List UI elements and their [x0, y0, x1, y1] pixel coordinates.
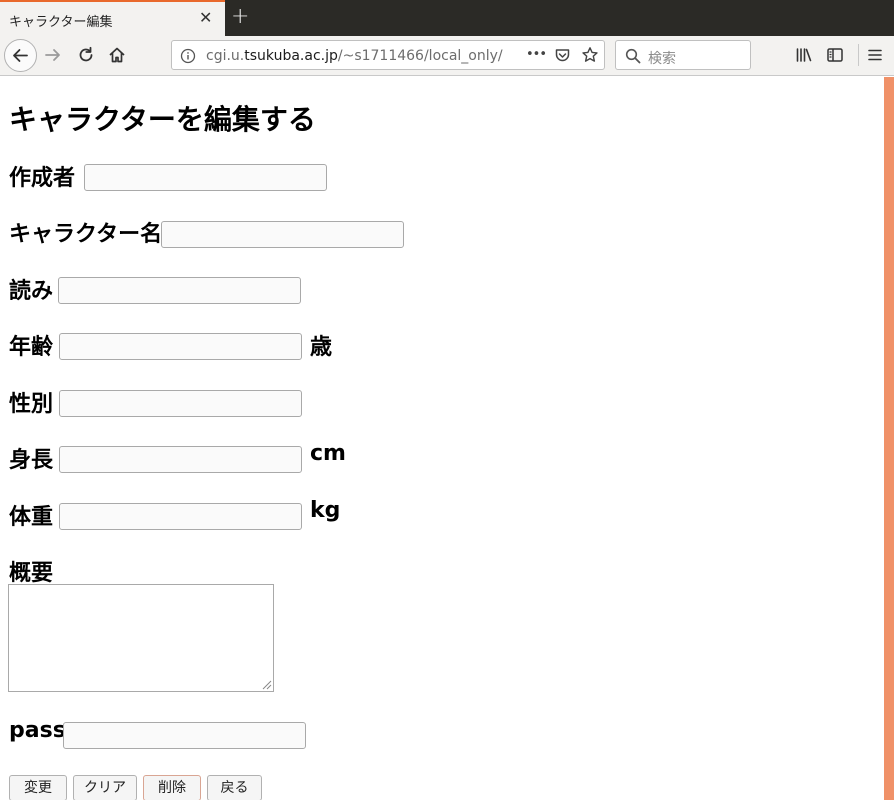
tab-title: キャラクター編集 — [9, 15, 113, 30]
tab-close-icon[interactable]: ✕ — [199, 9, 212, 27]
navigation-toolbar: cgi.u.tsukuba.ac.jp/~s1711466/local_only… — [0, 36, 894, 76]
resize-grip-icon[interactable] — [261, 679, 272, 690]
url-path: /~s1711466/local_only/ — [337, 48, 503, 64]
search-box[interactable]: 検索 — [615, 40, 751, 70]
author-input[interactable] — [84, 164, 327, 191]
reading-label: 読み — [9, 279, 54, 304]
pass-input[interactable] — [63, 722, 306, 749]
age-label: 年齢 — [9, 335, 54, 360]
forward-arrow-icon[interactable] — [43, 45, 63, 65]
clear-button[interactable]: クリア — [73, 775, 137, 800]
page-actions-icon[interactable]: ••• — [526, 47, 547, 62]
new-tab-icon[interactable]: + — [231, 6, 249, 28]
character-name-input[interactable] — [161, 221, 404, 248]
gender-label: 性別 — [9, 392, 54, 417]
library-icon[interactable] — [795, 46, 813, 64]
height-input[interactable] — [59, 446, 302, 473]
reading-input[interactable] — [58, 277, 301, 304]
url-text: cgi.u.tsukuba.ac.jp/~s1711466/local_only… — [206, 48, 503, 64]
reload-icon[interactable] — [77, 46, 95, 64]
summary-textarea[interactable] — [8, 584, 274, 692]
url-domain: tsukuba.ac.jp — [244, 48, 338, 64]
info-icon[interactable] — [180, 48, 196, 64]
sidebar-icon[interactable] — [826, 46, 844, 64]
page-scroll-accent — [884, 77, 894, 800]
back-arrow-icon — [13, 49, 28, 62]
weight-input[interactable] — [59, 503, 302, 530]
toolbar-separator — [858, 44, 859, 66]
author-label: 作成者 — [9, 166, 76, 191]
weight-unit: kg — [310, 498, 341, 523]
character-name-label: キャラクター名 — [9, 222, 163, 247]
height-label: 身長 — [9, 448, 54, 473]
pass-label: pass — [9, 718, 66, 743]
back-button[interactable] — [4, 39, 37, 72]
search-icon — [625, 48, 641, 64]
age-input[interactable] — [59, 333, 302, 360]
height-unit: cm — [310, 441, 346, 466]
gender-input[interactable] — [59, 390, 302, 417]
weight-label: 体重 — [9, 505, 54, 530]
pocket-icon[interactable] — [554, 47, 571, 64]
bookmark-star-icon[interactable] — [581, 46, 599, 64]
back-page-button[interactable]: 戻る — [207, 775, 262, 800]
summary-label: 概要 — [9, 561, 54, 586]
menu-icon[interactable] — [867, 47, 883, 63]
home-icon[interactable] — [108, 46, 126, 64]
age-unit: 歳 — [310, 335, 333, 360]
change-button[interactable]: 変更 — [9, 775, 67, 800]
url-prefix: cgi.u. — [206, 48, 245, 64]
delete-button[interactable]: 削除 — [143, 775, 201, 800]
search-placeholder: 検索 — [648, 51, 676, 67]
active-tab[interactable]: キャラクター編集 ✕ — [0, 0, 225, 36]
tab-strip: キャラクター編集 ✕ + — [0, 0, 894, 36]
page-title: キャラクターを編集する — [9, 103, 316, 136]
url-bar[interactable]: cgi.u.tsukuba.ac.jp/~s1711466/local_only… — [171, 40, 605, 70]
page-content: キャラクターを編集する 作成者 キャラクター名 読み 年齢 歳 性別 身長 cm… — [0, 77, 884, 800]
